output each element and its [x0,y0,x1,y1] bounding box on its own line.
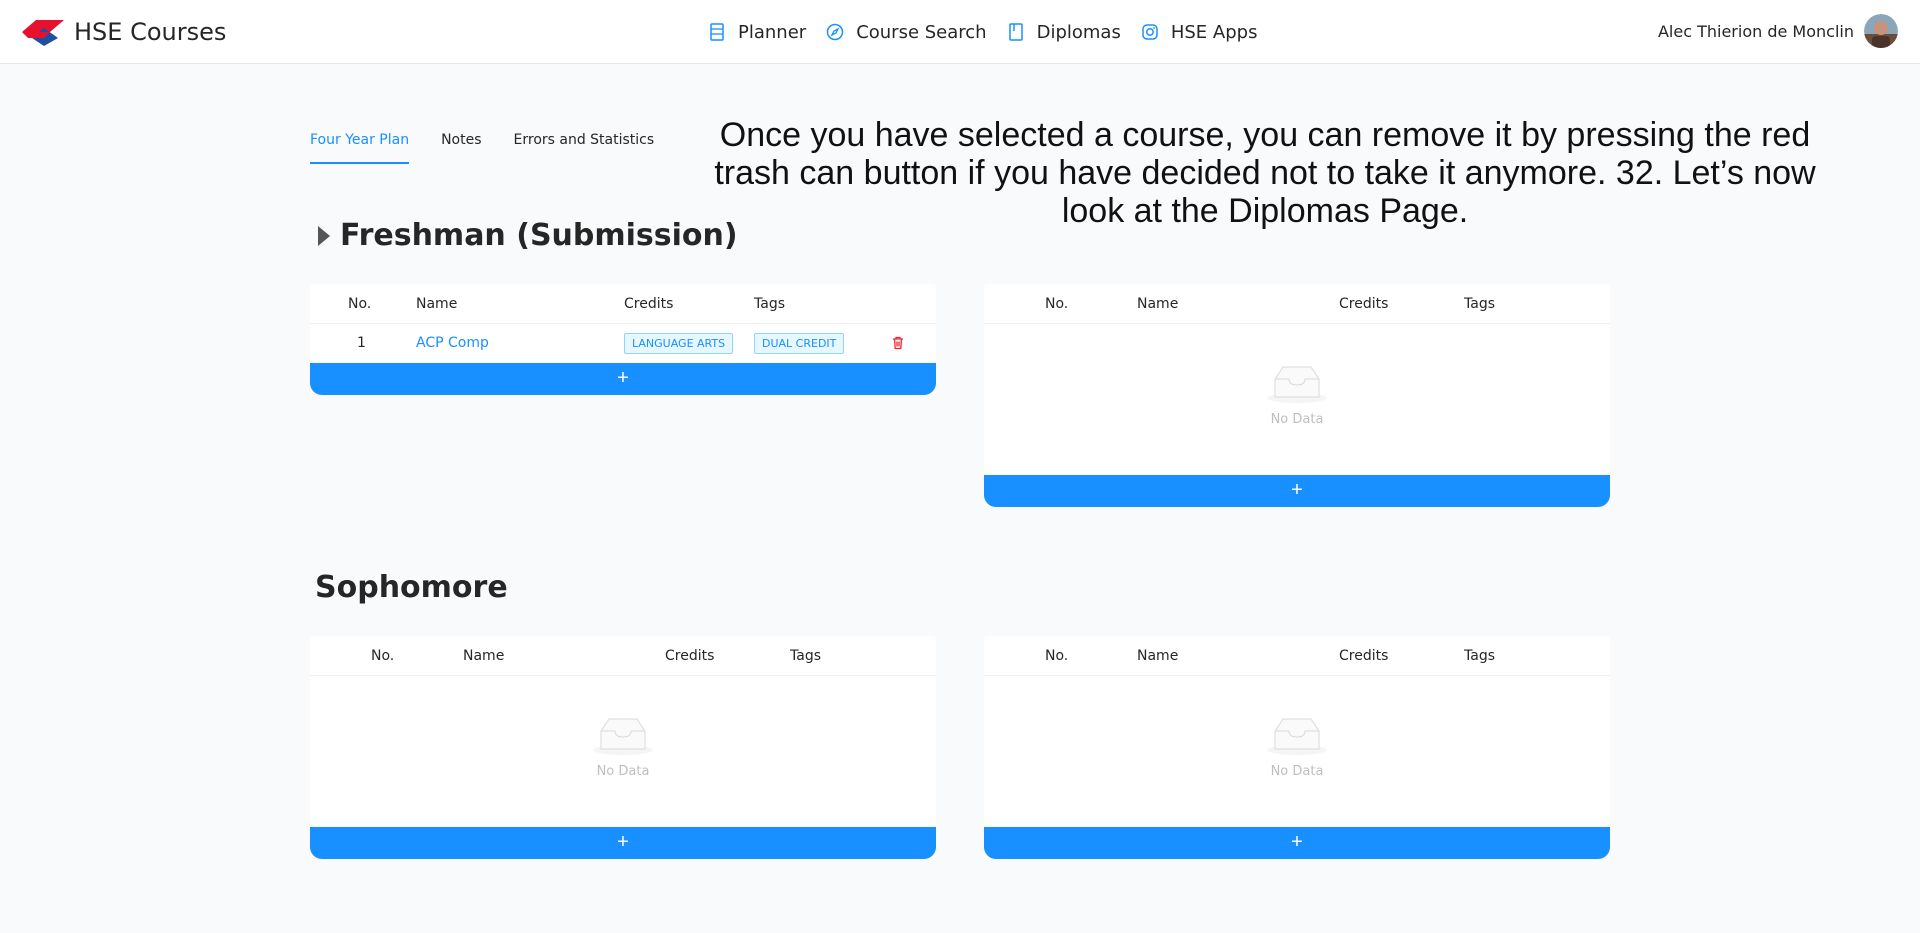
nav-hse-apps[interactable]: HSE Apps [1141,21,1258,43]
avatar[interactable] [1864,14,1898,48]
col-credits: Credits [1339,295,1389,312]
freshman-semester-1-table: No. Name Credits Tags 1 ACP Comp LANGUAG… [310,284,936,395]
table-header: No. Name Credits Tags [984,636,1610,676]
hse-logo-icon [22,20,64,46]
nav-diplomas[interactable]: Diplomas [1007,22,1121,43]
nav-planner[interactable]: Planner [708,22,806,43]
col-name: Name [416,295,458,312]
empty-inbox-icon [593,718,653,755]
instagram-icon [1142,24,1158,40]
add-course-button[interactable]: + [984,475,1610,507]
add-course-button[interactable]: + [984,827,1610,859]
table-header: No. Name Credits Tags [310,284,936,324]
user-name: Alec Thierion de Monclin [1657,21,1854,41]
tutorial-caption: Once you have selected a course, you can… [714,116,1816,230]
add-course-button[interactable]: + [310,827,936,859]
compass-icon [826,23,844,41]
nav-course-search-label: Course Search [856,21,987,43]
user-menu[interactable]: Alec Thierion de Monclin [1658,14,1898,48]
course-link[interactable]: ACP Comp [416,335,489,351]
empty-state: No Data [984,715,1610,779]
col-no: No. [1045,295,1069,312]
row-no: 1 [357,335,366,351]
col-no: No. [371,647,395,664]
col-tags: Tags [790,647,821,664]
sophomore-title: Sophomore [315,570,508,605]
dual-credit-tag: DUAL CREDIT [754,332,845,354]
nav-diplomas-label: Diplomas [1036,21,1121,43]
sophomore-semester-1-table: No. Name Credits Tags No Data + [310,636,936,859]
freshman-heading[interactable]: Freshman (Submission) [318,218,738,253]
empty-text: No Data [1270,764,1324,779]
col-credits: Credits [1339,647,1389,664]
sophomore-heading[interactable]: Sophomore [315,570,508,605]
nav-hse-apps-label: HSE Apps [1170,21,1258,43]
empty-inbox-icon [1267,366,1327,403]
main-nav: Planner Course Search Diplomas HSE Apps [708,0,1277,64]
col-credits: Credits [624,295,674,312]
col-tags: Tags [754,295,785,312]
brand-name: HSE Courses [74,18,227,46]
empty-inbox-icon [1267,718,1327,755]
freshman-semester-2-table: No. Name Credits Tags No Data + [984,284,1610,507]
brand[interactable]: HSE Courses [22,18,226,46]
planner-icon [710,23,724,41]
col-name: Name [1137,295,1179,312]
empty-text: No Data [1270,412,1324,427]
col-name: Name [463,647,505,664]
col-no: No. [1045,647,1069,664]
tab-four-year-plan[interactable]: Four Year Plan [310,118,410,164]
nav-planner-label: Planner [738,21,807,43]
table-row: 1 ACP Comp LANGUAGE ARTS DUAL CREDIT [310,324,936,362]
col-tags: Tags [1464,647,1495,664]
credits-tag: LANGUAGE ARTS [624,332,734,354]
col-name: Name [1137,647,1179,664]
top-nav-bar: HSE Courses Planner Course Search Diplom… [0,0,1920,64]
caret-right-icon[interactable] [318,225,330,246]
empty-text: No Data [596,764,650,779]
tab-notes[interactable]: Notes [441,118,481,164]
plan-tabs: Four Year Plan Notes Errors and Statisti… [310,118,686,164]
table-header: No. Name Credits Tags [310,636,936,676]
table-header: No. Name Credits Tags [984,284,1610,324]
tab-errors-and-statistics[interactable]: Errors and Statistics [514,118,655,164]
freshman-title: Freshman (Submission) [340,218,738,253]
trash-icon[interactable] [890,335,906,351]
col-credits: Credits [665,647,715,664]
empty-state: No Data [310,715,936,779]
book-icon [1008,23,1023,41]
empty-state: No Data [984,363,1610,427]
sophomore-semester-2-table: No. Name Credits Tags No Data + [984,636,1610,859]
col-no: No. [348,295,372,312]
col-tags: Tags [1464,295,1495,312]
add-course-button[interactable]: + [310,363,936,395]
nav-course-search[interactable]: Course Search [826,21,987,43]
